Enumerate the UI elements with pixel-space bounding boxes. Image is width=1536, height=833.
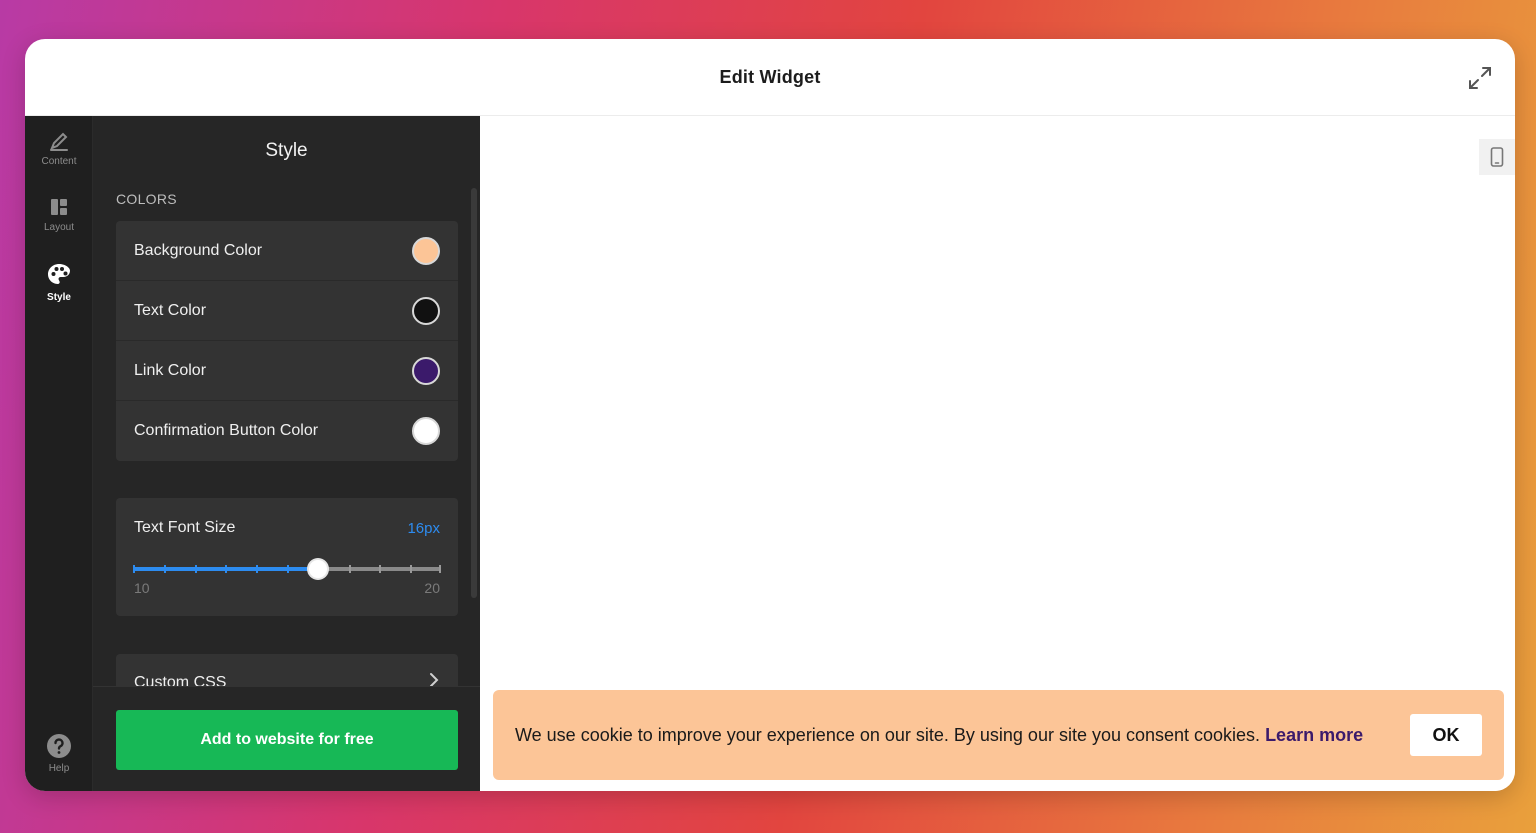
color-row-text[interactable]: Text Color	[116, 281, 458, 341]
rail-item-label: Content	[41, 156, 77, 167]
slider-tick	[256, 565, 258, 573]
panel-footer: Add to website for free	[93, 686, 480, 791]
color-label: Background Color	[134, 241, 263, 259]
cookie-ok-button[interactable]: OK	[1410, 714, 1482, 756]
rail-item-label: Layout	[43, 222, 75, 233]
slider-tick	[133, 565, 135, 573]
editor-window: Edit Widget Content Layout Style Help St…	[25, 39, 1515, 791]
font-size-card: Text Font Size 16px 10 20	[116, 498, 458, 616]
font-size-value: 16px	[407, 520, 440, 537]
slider-tick	[225, 565, 227, 573]
add-to-website-button[interactable]: Add to website for free	[116, 710, 458, 770]
color-label: Link Color	[134, 361, 207, 379]
colors-card: Background Color Text Color Link Color C…	[116, 221, 458, 461]
color-swatch[interactable]	[412, 417, 440, 445]
rail-item-label: Style	[47, 292, 71, 303]
slider-tick	[164, 565, 166, 573]
expand-icon	[1469, 67, 1491, 89]
style-panel: Style COLORS Background Color Text Color…	[93, 116, 480, 791]
color-swatch[interactable]	[412, 296, 440, 325]
rail-item-layout[interactable]: Layout	[25, 196, 93, 233]
slider-min-label: 10	[134, 580, 150, 596]
slider-tick	[287, 565, 289, 573]
slider-tick	[410, 565, 412, 573]
chevron-right-icon	[430, 673, 439, 687]
mobile-preview-button[interactable]	[1479, 139, 1515, 175]
rail-item-content[interactable]: Content	[25, 130, 93, 167]
slider-tick	[439, 565, 441, 573]
cookie-text: We use cookie to improve your experience…	[515, 724, 1266, 745]
color-swatch[interactable]	[412, 356, 440, 385]
cookie-message: We use cookie to improve your experience…	[515, 725, 1410, 746]
color-label: Confirmation Button Color	[134, 422, 319, 439]
layout-icon	[51, 199, 67, 215]
font-size-slider[interactable]	[133, 560, 441, 578]
slider-max-label: 20	[424, 580, 440, 596]
color-row-link[interactable]: Link Color	[116, 341, 458, 401]
preview-area: We use cookie to improve your experience…	[480, 116, 1515, 791]
font-size-label: Text Font Size	[134, 519, 236, 536]
rail-item-style[interactable]: Style	[25, 262, 93, 303]
learn-more-link[interactable]: Learn more	[1265, 725, 1363, 745]
palette-icon	[48, 264, 70, 284]
custom-css-row[interactable]: Custom CSS	[116, 654, 458, 687]
pencil-icon	[50, 132, 68, 151]
icon-rail: Content Layout Style Help	[25, 116, 93, 791]
color-row-confirmation-button[interactable]: Confirmation Button Color	[116, 401, 458, 461]
slider-tick	[379, 565, 381, 573]
rail-item-label: Help	[48, 763, 70, 774]
slider-thumb[interactable]	[309, 560, 327, 578]
page-title: Edit Widget	[719, 66, 821, 87]
cookie-banner: We use cookie to improve your experience…	[493, 690, 1504, 780]
slider-tick	[349, 565, 351, 573]
mobile-icon	[1490, 147, 1504, 167]
rail-item-help[interactable]: Help	[25, 733, 93, 774]
panel-scrollbar[interactable]	[471, 188, 477, 598]
color-label: Text Color	[134, 301, 207, 319]
color-swatch[interactable]	[412, 236, 440, 265]
slider-tick	[195, 565, 197, 573]
panel-title: Style	[265, 140, 308, 161]
title-bar: Edit Widget	[25, 39, 1515, 116]
help-icon	[47, 734, 71, 758]
colors-section-label: COLORS	[116, 191, 177, 207]
expand-button[interactable]	[1465, 63, 1495, 93]
color-row-background[interactable]: Background Color	[116, 221, 458, 281]
